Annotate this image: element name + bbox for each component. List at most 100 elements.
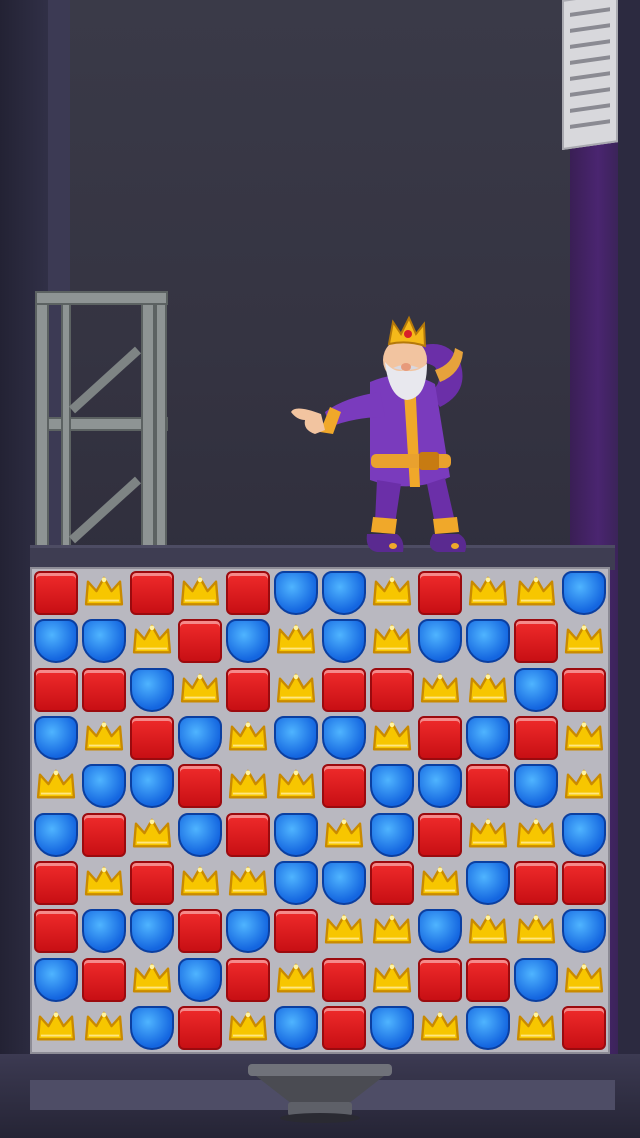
yellow-crown-gem-icon[interactable] [418, 668, 462, 712]
yellow-crown-gem-icon[interactable] [466, 909, 510, 953]
yellow-crown-gem-icon[interactable] [226, 716, 270, 760]
blue-shield-gem-icon[interactable] [274, 812, 318, 857]
red-square-gem-icon[interactable] [34, 860, 78, 905]
red-square-gem-icon[interactable] [322, 667, 366, 712]
yellow-crown-gem-icon[interactable] [226, 764, 270, 808]
blue-shield-gem-icon[interactable] [274, 1005, 318, 1050]
red-square-gem-icon[interactable] [562, 860, 606, 905]
blue-shield-gem-icon[interactable] [466, 1005, 510, 1050]
blue-shield-gem-icon[interactable] [130, 909, 174, 954]
blue-shield-gem-icon[interactable] [418, 764, 462, 809]
red-square-gem-icon[interactable] [178, 764, 222, 809]
blue-shield-gem-icon[interactable] [82, 909, 126, 954]
blue-shield-gem-icon[interactable] [178, 716, 222, 761]
yellow-crown-gem-icon[interactable] [562, 619, 606, 663]
blue-shield-gem-icon[interactable] [514, 667, 558, 712]
yellow-crown-gem-icon[interactable] [370, 619, 414, 663]
yellow-crown-gem-icon[interactable] [82, 861, 126, 905]
blue-shield-gem-icon[interactable] [130, 667, 174, 712]
yellow-crown-gem-icon[interactable] [178, 668, 222, 712]
red-square-gem-icon[interactable] [562, 667, 606, 712]
red-square-gem-icon[interactable] [370, 860, 414, 905]
yellow-crown-gem-icon[interactable] [130, 813, 174, 857]
yellow-crown-gem-icon[interactable] [274, 764, 318, 808]
red-square-gem-icon[interactable] [82, 957, 126, 1002]
red-square-gem-icon[interactable] [226, 957, 270, 1002]
yellow-crown-gem-icon[interactable] [178, 861, 222, 905]
red-square-gem-icon[interactable] [34, 667, 78, 712]
red-square-gem-icon[interactable] [418, 812, 462, 857]
red-square-gem-icon[interactable] [226, 812, 270, 857]
yellow-crown-gem-icon[interactable] [562, 958, 606, 1002]
red-square-gem-icon[interactable] [514, 716, 558, 761]
yellow-crown-gem-icon[interactable] [274, 619, 318, 663]
red-square-gem-icon[interactable] [226, 667, 270, 712]
blue-shield-gem-icon[interactable] [322, 716, 366, 761]
blue-shield-gem-icon[interactable] [466, 716, 510, 761]
yellow-crown-gem-icon[interactable] [562, 764, 606, 808]
yellow-crown-gem-icon[interactable] [82, 1006, 126, 1050]
yellow-crown-gem-icon[interactable] [322, 909, 366, 953]
blue-shield-gem-icon[interactable] [322, 619, 366, 664]
red-square-gem-icon[interactable] [322, 1005, 366, 1050]
blue-shield-gem-icon[interactable] [370, 1005, 414, 1050]
red-square-gem-icon[interactable] [418, 571, 462, 616]
blue-shield-gem-icon[interactable] [130, 1005, 174, 1050]
blue-shield-gem-icon[interactable] [34, 957, 78, 1002]
yellow-crown-gem-icon[interactable] [370, 958, 414, 1002]
yellow-crown-gem-icon[interactable] [226, 861, 270, 905]
blue-shield-gem-icon[interactable] [130, 764, 174, 809]
yellow-crown-gem-icon[interactable] [370, 571, 414, 615]
yellow-crown-gem-icon[interactable] [514, 813, 558, 857]
blue-shield-gem-icon[interactable] [226, 619, 270, 664]
red-square-gem-icon[interactable] [130, 860, 174, 905]
blue-shield-gem-icon[interactable] [466, 619, 510, 664]
red-square-gem-icon[interactable] [466, 764, 510, 809]
yellow-crown-gem-icon[interactable] [562, 716, 606, 760]
blue-shield-gem-icon[interactable] [370, 764, 414, 809]
red-square-gem-icon[interactable] [82, 667, 126, 712]
blue-shield-gem-icon[interactable] [514, 764, 558, 809]
blue-shield-gem-icon[interactable] [82, 764, 126, 809]
blue-shield-gem-icon[interactable] [274, 716, 318, 761]
red-square-gem-icon[interactable] [322, 957, 366, 1002]
yellow-crown-gem-icon[interactable] [34, 764, 78, 808]
blue-shield-gem-icon[interactable] [370, 812, 414, 857]
blue-shield-gem-icon[interactable] [34, 812, 78, 857]
yellow-crown-gem-icon[interactable] [178, 571, 222, 615]
yellow-crown-gem-icon[interactable] [466, 571, 510, 615]
red-square-gem-icon[interactable] [178, 909, 222, 954]
blue-shield-gem-icon[interactable] [466, 860, 510, 905]
blue-shield-gem-icon[interactable] [274, 860, 318, 905]
blue-shield-gem-icon[interactable] [178, 957, 222, 1002]
red-square-gem-icon[interactable] [274, 909, 318, 954]
yellow-crown-gem-icon[interactable] [514, 1006, 558, 1050]
blue-shield-gem-icon[interactable] [562, 909, 606, 954]
yellow-crown-gem-icon[interactable] [130, 619, 174, 663]
yellow-crown-gem-icon[interactable] [82, 571, 126, 615]
blue-shield-gem-icon[interactable] [514, 957, 558, 1002]
yellow-crown-gem-icon[interactable] [322, 813, 366, 857]
red-square-gem-icon[interactable] [370, 667, 414, 712]
red-square-gem-icon[interactable] [178, 1005, 222, 1050]
blue-shield-gem-icon[interactable] [274, 571, 318, 616]
red-square-gem-icon[interactable] [130, 571, 174, 616]
yellow-crown-gem-icon[interactable] [370, 909, 414, 953]
red-square-gem-icon[interactable] [322, 764, 366, 809]
yellow-crown-gem-icon[interactable] [514, 571, 558, 615]
yellow-crown-gem-icon[interactable] [418, 861, 462, 905]
red-square-gem-icon[interactable] [34, 571, 78, 616]
red-square-gem-icon[interactable] [130, 716, 174, 761]
blue-shield-gem-icon[interactable] [34, 619, 78, 664]
blue-shield-gem-icon[interactable] [34, 716, 78, 761]
red-square-gem-icon[interactable] [514, 860, 558, 905]
red-square-gem-icon[interactable] [562, 1005, 606, 1050]
blue-shield-gem-icon[interactable] [418, 619, 462, 664]
yellow-crown-gem-icon[interactable] [130, 958, 174, 1002]
yellow-crown-gem-icon[interactable] [274, 958, 318, 1002]
red-square-gem-icon[interactable] [82, 812, 126, 857]
blue-shield-gem-icon[interactable] [226, 909, 270, 954]
blue-shield-gem-icon[interactable] [322, 860, 366, 905]
blue-shield-gem-icon[interactable] [562, 812, 606, 857]
blue-shield-gem-icon[interactable] [322, 571, 366, 616]
